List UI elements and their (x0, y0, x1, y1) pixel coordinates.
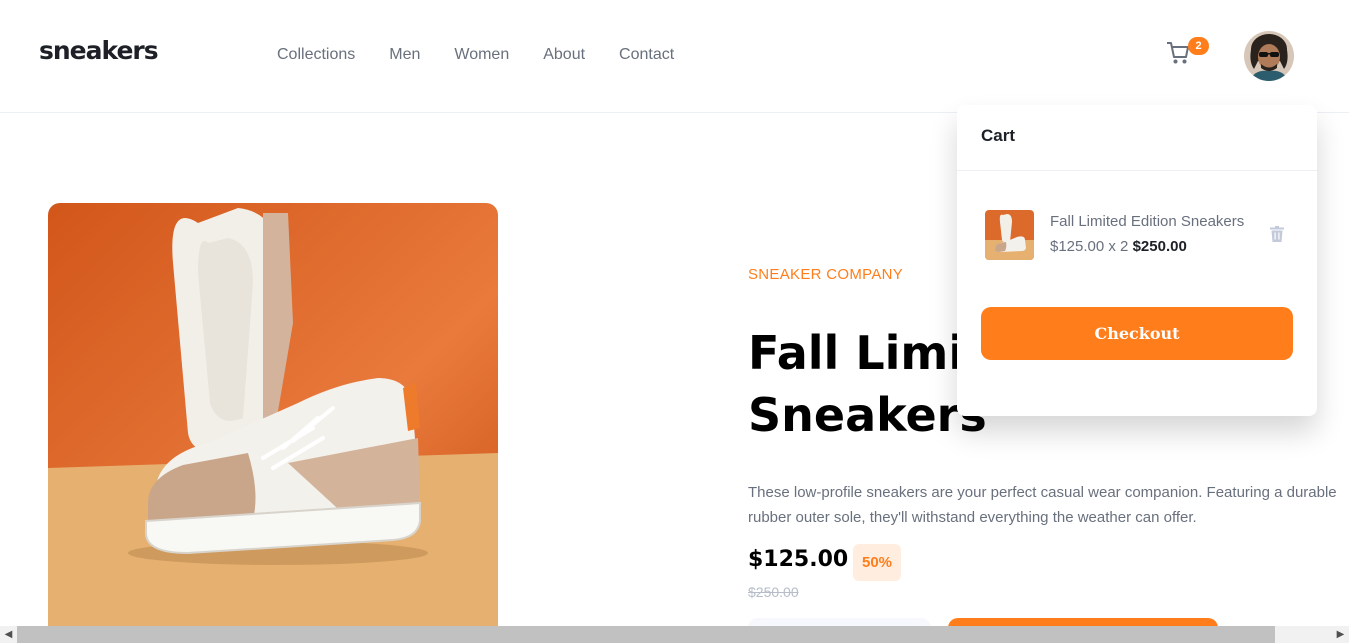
product-image[interactable] (48, 203, 498, 643)
product-description: These low-profile sneakers are your perf… (748, 484, 1337, 526)
trash-icon (1270, 226, 1284, 242)
avatar[interactable] (1244, 31, 1294, 81)
checkout-button[interactable]: Checkout (981, 307, 1293, 360)
cart-item-calc: $125.00 x 2 $250.00 (1050, 238, 1187, 255)
old-price: $250.00 (748, 584, 799, 600)
product-price: $125.00 (748, 547, 849, 572)
scroll-left-icon[interactable]: ◀ (0, 626, 17, 643)
nav-men[interactable]: Men (389, 46, 420, 64)
nav-about[interactable]: About (543, 46, 585, 64)
cart-count-badge: 2 (1188, 37, 1209, 55)
cart-title: Cart (957, 105, 1317, 171)
cart-item: Fall Limited Edition Sneakers $125.00 x … (985, 210, 1295, 262)
logo[interactable]: sneakers (39, 36, 159, 65)
discount-badge: 50% (853, 544, 901, 581)
site-header: sneakers Collections Men Women About Con… (0, 0, 1349, 113)
cart-item-total: $250.00 (1132, 238, 1187, 255)
cart-item-thumbnail (985, 210, 1034, 260)
nav-women[interactable]: Women (454, 46, 509, 64)
cart-dropdown: Cart Fall Limited Edition Sneakers $125.… (957, 105, 1317, 416)
scrollbar-thumb[interactable] (17, 626, 1275, 643)
horizontal-scrollbar[interactable]: ◀ ▶ (0, 626, 1349, 643)
delete-item-button[interactable] (1270, 226, 1286, 244)
main-nav: Collections Men Women About Contact (277, 46, 708, 64)
product-company: SNEAKER COMPANY (748, 266, 904, 283)
nav-collections[interactable]: Collections (277, 46, 355, 64)
scroll-right-icon[interactable]: ▶ (1332, 626, 1349, 643)
cart-item-unit-calc: $125.00 x 2 (1050, 238, 1129, 255)
cart-item-name: Fall Limited Edition Sneakers (1050, 213, 1245, 230)
nav-contact[interactable]: Contact (619, 46, 674, 64)
